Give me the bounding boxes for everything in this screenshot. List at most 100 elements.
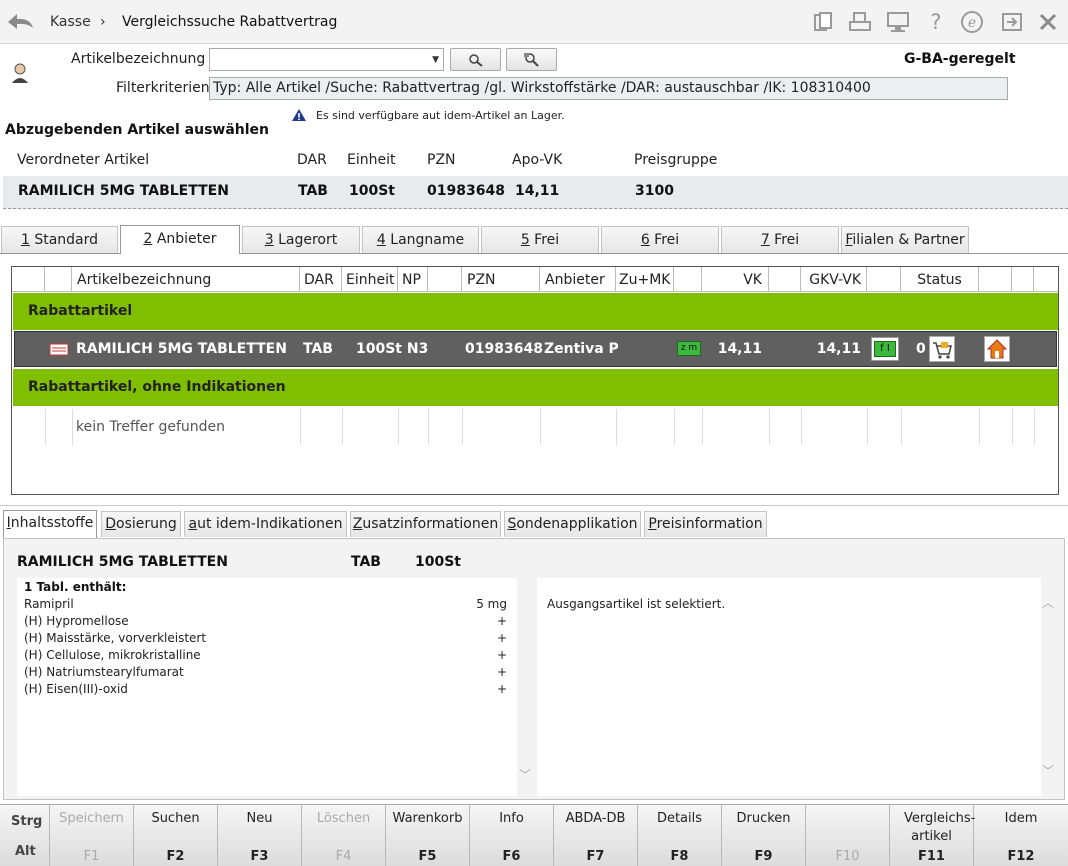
prescribed-pzn: 01983648 [427,183,505,199]
col-einheit[interactable]: Einheit [342,267,398,292]
row-name: RAMILICH 5MG TABLETTEN [76,341,287,357]
table-row[interactable]: RAMILICH 5MG TABLETTEN TAB 100St N3 0198… [14,331,1057,367]
message-pane[interactable]: Ausgangsartikel ist selektiert. [537,578,1041,796]
back-arrow-icon[interactable] [6,11,36,33]
alt-label: Alt [15,844,36,859]
tab-frei-5[interactable]: 5 Frei [481,226,599,253]
row-status: 0 [916,341,926,357]
filter-field[interactable]: Typ: Alle Artikel /Suche: Rabattvertrag … [209,77,1008,100]
prescribed-unit: 100St [349,183,395,199]
f3-neu-button[interactable]: Neu F3 [218,805,302,866]
prescribed-pricegroup: 3100 [635,183,674,199]
detail-unit: 100St [415,554,461,570]
scroll-up-icon[interactable]: ︿ [1042,594,1054,611]
col-artikelbezeichnung[interactable]: Artikelbezeichnung [72,267,300,292]
detail-panel: RAMILICH 5MG TABLETTEN TAB 100St 1 Tabl.… [3,538,1065,800]
fi-badge-box: f I [871,337,899,361]
chevron-down-icon[interactable]: ▼ [432,55,439,65]
page-title: Vergleichssuche Rabattvertrag [122,14,338,30]
export-icon[interactable] [1000,11,1024,33]
col-dar[interactable]: DAR [300,267,342,292]
f1-speichern-button[interactable]: Speichern F1 [50,805,134,866]
col-pzn[interactable]: PZN [462,267,540,292]
tab-frei-6[interactable]: 6 Frei [601,226,719,253]
tab-sondenapplikation[interactable]: Sondenapplikation [504,511,641,537]
search-icon [468,54,483,67]
section-title: Abzugebenden Artikel auswählen [5,122,270,138]
prescribed-apovk: 14,11 [515,183,560,199]
group-rabattartikel[interactable]: Rabattartikel [13,293,1058,330]
zumk-badge: z m [677,341,701,356]
notice-text: Es sind verfügbare aut idem-Artikel an L… [316,109,565,122]
function-key-bar: Strg Alt Speichern F1 Suchen F2 Neu F3 Lösc… [0,804,1068,866]
print-icon[interactable] [848,11,872,33]
tab-dosierung[interactable]: Dosierung [101,511,181,537]
group-rabattartikel-ohne-indikationen[interactable]: Rabattartikel, ohne Indikationen [13,369,1058,406]
advanced-search-button[interactable] [506,48,557,71]
gba-label: G-BA-geregelt [904,51,1016,67]
prescribed-header-pricegroup: Preisgruppe [634,152,718,168]
col-gkvvk[interactable]: GKV-VK [801,267,867,292]
row-anbieter: Zentiva Ph [544,341,618,357]
col-vk[interactable]: VK [702,267,769,292]
col-np[interactable]: NP [398,267,428,292]
warning-icon [292,109,306,121]
col-anbieter[interactable]: Anbieter [540,267,616,292]
breadcrumb-separator: › [100,14,106,30]
prescribed-header-dar: DAR [297,152,327,168]
tab-anbieter[interactable]: 2 Anbieter [120,225,240,254]
close-icon[interactable] [1038,12,1058,32]
filter-label: Filterkriterien [116,80,210,96]
article-label: Artikelbezeichnung [71,51,206,67]
detail-message: Ausgangsartikel ist selektiert. [547,597,726,611]
article-value [210,53,213,68]
col-zumk[interactable]: Zu+MK [616,267,674,292]
prescribed-name: RAMILICH 5MG TABLETTEN [18,183,229,199]
tab-inhaltsstoffe[interactable]: Inhaltsstoffe [3,510,97,538]
row-pzn: 01983648 [465,341,543,357]
tab-standard[interactable]: 1 Standard [1,226,118,253]
clipboard-icon[interactable] [812,11,834,33]
tab-zusatzinformationen[interactable]: Zusatzinformationen [350,511,501,537]
f4-loeschen-button[interactable]: Löschen F4 [302,805,386,866]
row-dar: TAB [303,341,333,357]
e-icon[interactable]: e [960,10,984,34]
f8-details-button[interactable]: Details F8 [638,805,722,866]
article-combobox[interactable]: ▼ [209,48,444,71]
f5-warenkorb-button[interactable]: Warenkorb F5 [386,805,470,866]
col-status[interactable]: Status [901,267,979,292]
ingredients-pane[interactable]: 1 Tabl. enthält: Ramipril 5 mg (H) Hyprom… [17,578,531,796]
tab-preisinformation[interactable]: Preisinformation [644,511,767,537]
tab-langname[interactable]: 4 Langname [362,226,479,253]
prescribed-header-name: Verordneter Artikel [17,152,150,168]
scroll-down-icon[interactable]: ﹀ [519,766,531,783]
tab-frei-7[interactable]: 7 Frei [721,226,839,253]
prescribed-header-pzn: PZN [427,152,456,168]
empty-result: kein Treffer gefunden [76,419,226,435]
f6-info-button[interactable]: Info F6 [470,805,554,866]
f10-button[interactable]: F10 [806,805,890,866]
cart-icon[interactable] [929,336,955,362]
monitor-icon[interactable] [886,11,910,33]
tab-aut-idem-indikationen[interactable]: aut idem-Indikationen [184,511,347,537]
f9-drucken-button[interactable]: Drucken F9 [722,805,806,866]
result-grid[interactable]: Artikelbezeichnung DAR Einheit NP PZN An… [11,266,1059,495]
f11-vergleichsartikel-button[interactable]: Vergleichs-artikel F11 [890,805,975,866]
tab-filialen[interactable]: Filialen & Partner [841,226,969,253]
prescribed-header-unit: Einheit [347,152,396,168]
package-icon [49,343,69,356]
f2-suchen-button[interactable]: Suchen F2 [134,805,218,866]
fi-badge: f I [874,341,896,357]
help-icon[interactable]: ? [924,10,948,34]
detail-name: RAMILICH 5MG TABLETTEN [17,554,228,570]
svg-text:e: e [968,15,976,31]
row-gkvvk: 14,11 [816,341,861,357]
row-vk: 14,11 [717,341,762,357]
f12-idem-button[interactable]: Idem F12 [974,805,1068,866]
house-icon[interactable] [984,336,1010,362]
scroll-down-icon[interactable]: ﹀ [1042,762,1054,779]
search-button[interactable] [450,48,501,71]
breadcrumb-root[interactable]: Kasse [50,14,91,30]
f7-abda-db-button[interactable]: ABDA-DB F7 [554,805,638,866]
tab-lagerort[interactable]: 3 Lagerort [242,226,360,253]
